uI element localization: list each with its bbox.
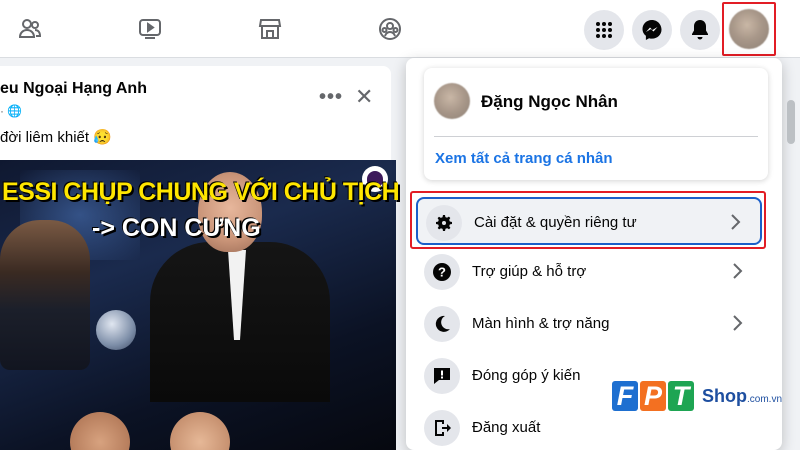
logo-letter: P xyxy=(640,381,666,411)
menu-item-label: Trợ giúp & hỗ trợ xyxy=(472,263,587,280)
fptshop-watermark-logo: F P T Shop .com.vn xyxy=(612,381,782,411)
help-icon: ? xyxy=(424,254,460,290)
svg-text:?: ? xyxy=(438,265,446,280)
menu-grid-icon[interactable] xyxy=(584,10,624,50)
watch-icon[interactable] xyxy=(134,13,166,45)
logo-letter: T xyxy=(668,381,694,411)
notifications-icon[interactable] xyxy=(680,10,720,50)
post-meta: · 🌐 xyxy=(0,104,23,118)
divider xyxy=(434,136,758,137)
see-all-profiles-link[interactable]: Xem tất cả trang cá nhân xyxy=(435,150,613,167)
trophy-graphic xyxy=(96,310,136,350)
profile-menu-button[interactable] xyxy=(722,2,776,56)
image-caption-line2: -> CON CƯNG xyxy=(92,214,261,242)
groups-icon[interactable] xyxy=(374,13,406,45)
messenger-icon[interactable] xyxy=(632,10,672,50)
menu-item-label: Đóng góp ý kiến xyxy=(472,367,581,384)
menu-item-label: Màn hình & trợ năng xyxy=(472,315,610,332)
highlight-box xyxy=(410,191,766,249)
marketplace-icon[interactable] xyxy=(254,13,286,45)
logo-shop-text: Shop xyxy=(702,385,747,406)
avatar xyxy=(434,83,470,119)
close-icon[interactable]: ✕ xyxy=(355,84,373,110)
menu-item-display-accessibility[interactable]: Màn hình & trợ năng xyxy=(416,300,762,348)
logout-icon xyxy=(424,410,460,446)
profile-name[interactable]: Đặng Ngọc Nhân xyxy=(481,92,618,112)
post-page-name[interactable]: eu Ngoại Hạng Anh xyxy=(0,80,147,98)
chevron-right-icon xyxy=(733,263,743,279)
moon-icon xyxy=(424,306,460,342)
more-options-icon[interactable]: ••• xyxy=(319,86,343,109)
feedback-icon xyxy=(424,358,460,394)
chevron-right-icon xyxy=(733,315,743,331)
avatar xyxy=(729,9,769,49)
menu-item-help-support[interactable]: ? Trợ giúp & hỗ trợ xyxy=(416,248,762,296)
menu-scrollbar[interactable] xyxy=(787,100,795,144)
logo-domain-text: .com.vn xyxy=(747,393,783,405)
person-figure xyxy=(0,220,90,370)
logo-letter: F xyxy=(612,381,638,411)
image-caption-line1: ESSI CHỤP CHUNG VỚI CHỦ TỊCH FIFA xyxy=(2,178,458,206)
menu-item-label: Đăng xuất xyxy=(472,419,541,436)
post-text: đời liêm khiết 😥 xyxy=(0,129,112,146)
friends-icon[interactable] xyxy=(14,13,46,45)
top-navigation-bar xyxy=(0,0,800,58)
